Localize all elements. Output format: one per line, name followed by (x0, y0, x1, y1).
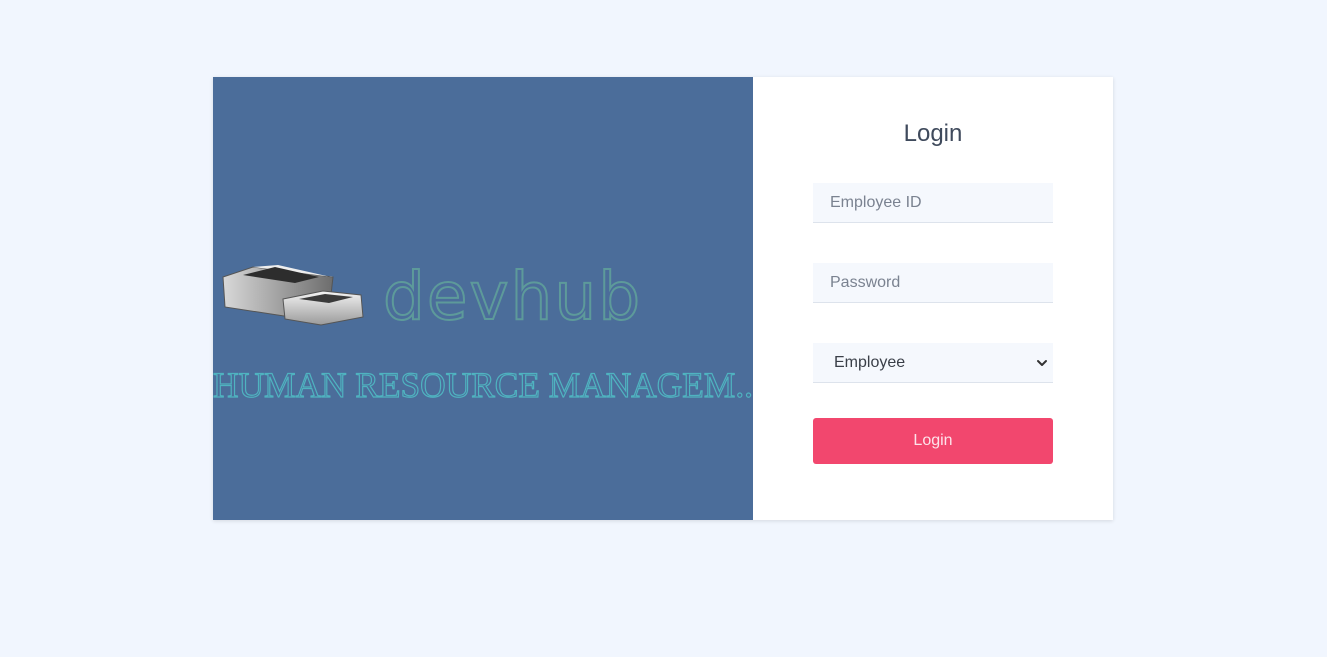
server-graphic (222, 265, 364, 326)
devhub-logo: devhub HUMAN RESOURCE MANAGEM.. (213, 257, 753, 406)
role-select[interactable]: Employee (813, 343, 1053, 383)
employee-id-input[interactable] (813, 183, 1053, 223)
chevron-down-icon (1037, 360, 1047, 366)
login-button[interactable]: Login (813, 418, 1053, 464)
password-input[interactable] (813, 263, 1053, 303)
login-form: Login Employee Login (753, 77, 1113, 520)
brand-panel: devhub HUMAN RESOURCE MANAGEM.. (213, 77, 753, 520)
login-card: devhub HUMAN RESOURCE MANAGEM.. Login Em… (213, 77, 1113, 520)
logo-tagline: HUMAN RESOURCE MANAGEM.. (213, 365, 753, 405)
logo-wordmark: devhub (383, 258, 642, 335)
login-title: Login (903, 120, 963, 147)
role-select-value: Employee (834, 354, 906, 371)
